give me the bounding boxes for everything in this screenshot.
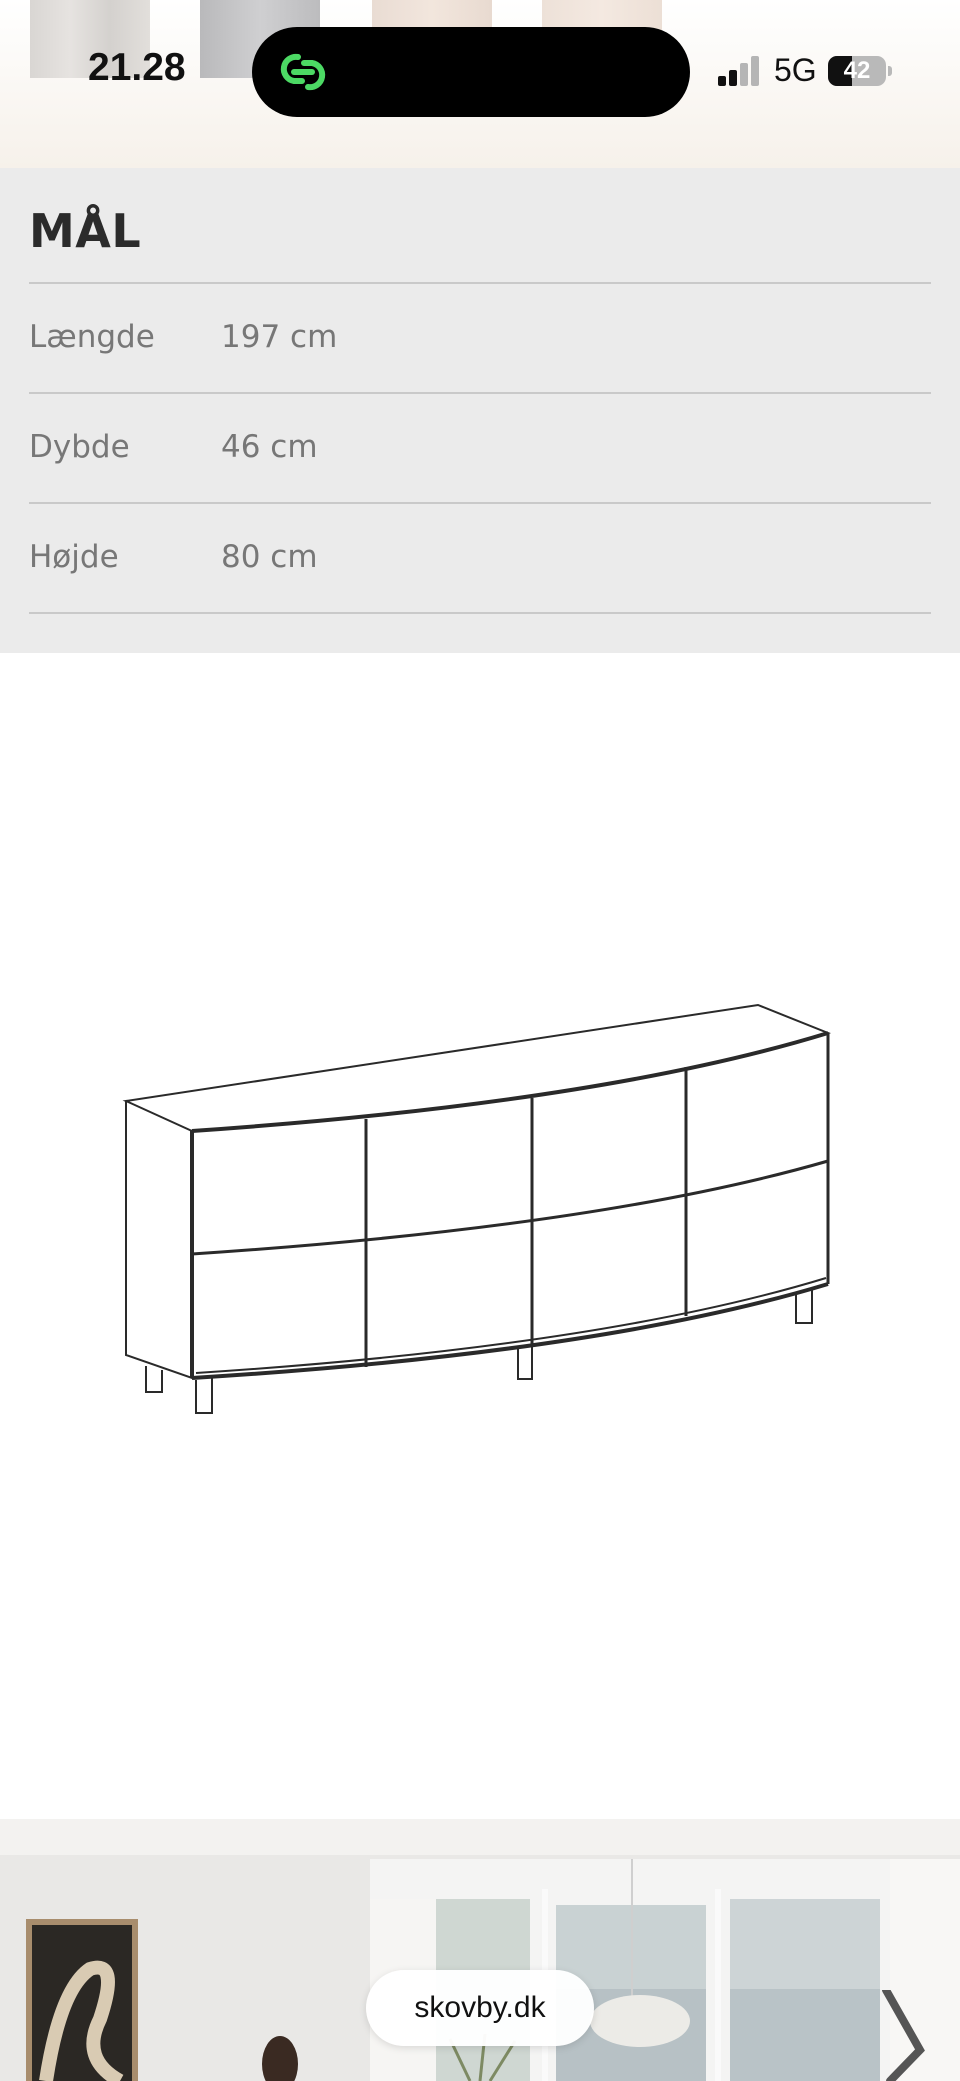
battery-icon: 42 xyxy=(828,56,886,86)
signal-icon xyxy=(718,56,764,86)
dimension-label-depth: Dybde xyxy=(29,429,130,465)
dimension-value-length: 197 cm xyxy=(221,319,338,355)
divider xyxy=(29,612,931,614)
divider xyxy=(29,282,931,284)
network-type: 5G xyxy=(774,52,817,88)
section-title: MÅL xyxy=(29,204,142,258)
sideboard-illustration xyxy=(122,1003,832,1414)
divider xyxy=(29,502,931,504)
browser-url-bar[interactable]: skovby.dk xyxy=(366,1970,594,2046)
dimension-label-height: Højde xyxy=(29,539,119,575)
dynamic-island[interactable] xyxy=(252,27,690,117)
dimension-label-length: Længde xyxy=(29,319,155,355)
status-bar: 21.28 5G 42 xyxy=(0,0,960,168)
status-time: 21.28 xyxy=(88,46,186,89)
dimensions-section: MÅL Længde 197 cm Dybde 46 cm Højde 80 c… xyxy=(0,168,960,653)
battery-tip xyxy=(888,66,892,76)
dimension-value-depth: 46 cm xyxy=(221,429,318,465)
product-drawing xyxy=(0,653,960,1819)
dimension-value-height: 80 cm xyxy=(221,539,318,575)
divider xyxy=(29,392,931,394)
link-icon xyxy=(280,53,326,91)
chevron-right-icon[interactable] xyxy=(880,1990,930,2081)
battery-percent: 42 xyxy=(843,57,871,84)
